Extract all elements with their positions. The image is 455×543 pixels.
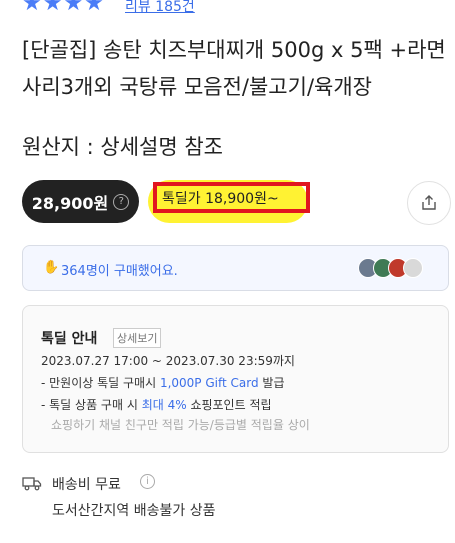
shipping-note: 도서산간지역 배송불가 상품 [52, 503, 216, 519]
waving-hand-icon: ✋ [43, 260, 60, 275]
regular-price-pill[interactable]: 28,900원 ? [22, 180, 139, 223]
giftcard-amount: 1,000P Gift Card [159, 376, 259, 390]
price-help-icon[interactable]: ? [113, 193, 130, 210]
deal-info-box: 톡딜 안내 상세보기 2023.07.27 17:00 ~ 2023.07.30… [22, 305, 449, 453]
review-count-link[interactable]: 리뷰 185건 [125, 0, 195, 16]
shipping-fee: 배송비 무료 [52, 477, 121, 493]
share-button[interactable] [407, 181, 451, 225]
regular-price: 28,900원 [31, 193, 109, 213]
deal-note: 쇼핑하기 채널 친구만 적립 가능/등급별 적립율 상이 [51, 418, 310, 432]
deal-detail-button[interactable]: 상세보기 [113, 328, 162, 348]
share-icon [422, 195, 436, 210]
points-rate: 최대 4% [141, 398, 187, 412]
truck-icon [22, 475, 42, 495]
buyers-banner[interactable]: ✋ 364명이 구매했어요. [22, 245, 449, 291]
deal-benefit-points: - 톡딜 상품 구매 시 최대 4% 쇼핑포인트 적립 [41, 398, 272, 412]
shipping-info-icon[interactable]: i [140, 474, 155, 489]
deal-price: 톡딜가 18,900원~ [162, 190, 279, 207]
buyer-avatar [403, 258, 423, 278]
product-title: [단골집] 송탄 치즈부대찌개 500g x 5팩 +라면사리3개외 국탕류 모… [22, 38, 446, 99]
deal-period: 2023.07.27 17:00 ~ 2023.07.30 23:59까지 [41, 354, 295, 368]
deal-price-annotation: 톡딜가 18,900원~ [153, 182, 310, 213]
deal-benefit-giftcard: - 만원이상 톡딜 구매시 1,000P Gift Card 발급 [41, 376, 285, 390]
buyers-count: 364명이 구매했어요. [61, 264, 178, 279]
product-origin: 원산지 : 상세설명 참조 [22, 135, 223, 159]
deal-info-title: 톡딜 안내 [41, 331, 98, 347]
rating-stars: ★★★★ [22, 0, 105, 16]
